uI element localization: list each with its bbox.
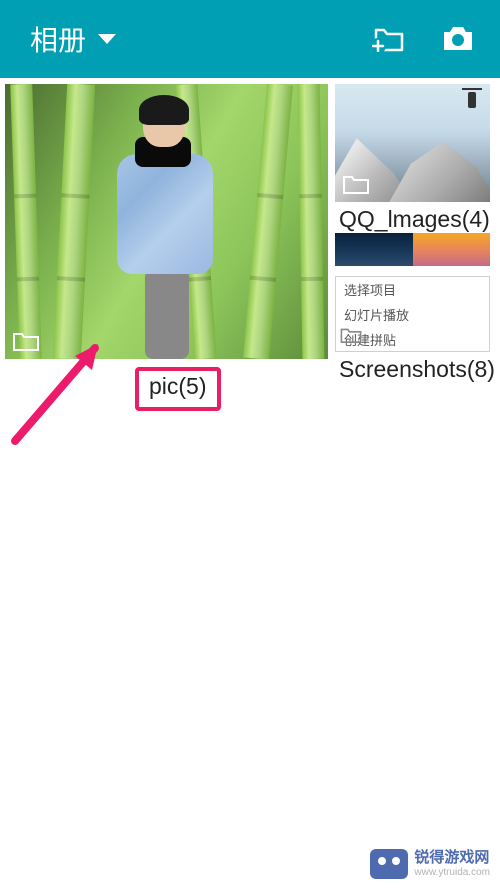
dropdown-icon (98, 34, 116, 44)
album-qq-thumbnail (335, 84, 490, 202)
folder-icon (340, 327, 366, 347)
album-pic[interactable]: pic(5) (5, 84, 328, 411)
folder-icon (13, 331, 39, 351)
album-qq-thumbnail-sub (335, 233, 490, 266)
album-qq-label: QQ_lmages(4) (335, 206, 490, 233)
album-screenshots[interactable]: 选择项目 幻灯片播放 创建拼贴 Screenshots(8) (335, 276, 490, 383)
album-screenshots-thumbnail: 选择项目 幻灯片播放 创建拼贴 (335, 276, 490, 352)
album-qq-images[interactable]: QQ_lmages(4) (335, 84, 490, 266)
album-grid: pic(5) QQ_lmages(4) (0, 78, 500, 411)
app-header: 相册 (0, 0, 500, 78)
album-right-column: QQ_lmages(4) 选择项目 幻灯片播放 创建拼贴 Screenshots… (335, 84, 490, 411)
watermark: 锐得游戏网 www.ytruida.com (370, 849, 490, 879)
page-title: 相册 (30, 19, 86, 59)
folder-icon (343, 174, 369, 194)
context-menu-item-slideshow: 幻灯片播放 (344, 308, 481, 325)
album-pic-label: pic(5) (135, 367, 221, 411)
watermark-title: 锐得游戏网 (414, 850, 490, 867)
header-title-dropdown[interactable]: 相册 (30, 19, 116, 59)
context-menu-item-select: 选择项目 (344, 283, 481, 300)
add-folder-button[interactable] (372, 26, 406, 52)
camera-button[interactable] (442, 25, 474, 53)
watermark-url: www.ytruida.com (414, 867, 490, 878)
watermark-logo-icon (370, 849, 408, 879)
album-screenshots-label: Screenshots(8) (335, 356, 490, 383)
header-actions (372, 25, 474, 53)
album-pic-thumbnail (5, 84, 328, 359)
